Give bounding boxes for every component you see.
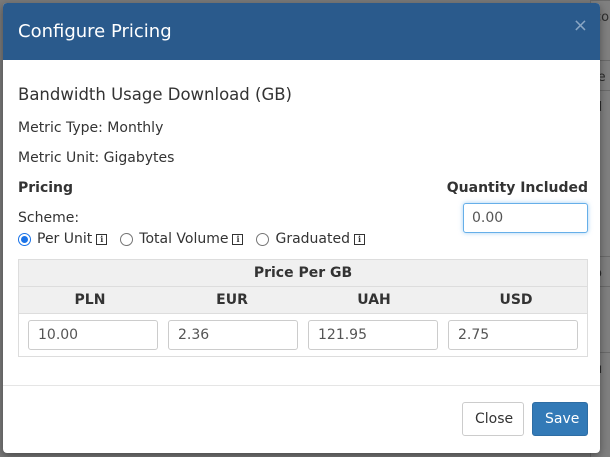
currency-header-pln: PLN xyxy=(74,292,106,308)
dialog-footer: Close Save xyxy=(3,385,600,453)
metric-unit: Metric Unit: Gigabytes xyxy=(18,150,175,166)
radio-button[interactable] xyxy=(18,232,31,246)
info-icon[interactable]: i xyxy=(354,233,365,245)
radio-button[interactable] xyxy=(256,232,270,246)
scheme-graduated[interactable]: Graduated i xyxy=(256,231,365,247)
quantity-included-label: Quantity Included xyxy=(446,180,588,196)
price-cell xyxy=(443,320,583,350)
price-table: Price Per GB PLN EUR UAH USD xyxy=(18,259,588,357)
scheme-radio-group: Per Unit i Total Volume i Graduated i xyxy=(18,231,378,247)
scheme-option-label: Per Unit xyxy=(37,231,93,247)
scheme-option-label: Total Volume xyxy=(139,231,229,247)
close-icon[interactable]: × xyxy=(573,17,588,35)
close-button[interactable]: Close xyxy=(462,402,524,436)
scheme-label: Scheme: xyxy=(18,210,80,226)
product-name: Bandwidth Usage Download (GB) xyxy=(18,85,292,104)
scheme-option-label: Graduated xyxy=(275,231,350,247)
price-cell xyxy=(303,320,443,350)
currency-header-row: PLN EUR UAH USD xyxy=(19,287,587,314)
quantity-included-input[interactable] xyxy=(463,203,588,233)
pricing-label: Pricing xyxy=(18,180,74,196)
currency-header-eur: EUR xyxy=(216,292,248,308)
price-input-row xyxy=(19,314,587,356)
price-input-uah[interactable] xyxy=(308,320,438,350)
radio-button[interactable] xyxy=(120,232,134,246)
price-input-usd[interactable] xyxy=(448,320,578,350)
currency-header-uah: UAH xyxy=(357,292,391,308)
scheme-per-unit[interactable]: Per Unit i xyxy=(18,231,108,247)
price-cell xyxy=(23,320,163,350)
info-icon[interactable]: i xyxy=(96,233,108,245)
price-table-title: Price Per GB xyxy=(19,260,587,287)
price-input-pln[interactable] xyxy=(28,320,158,350)
save-button[interactable]: Save xyxy=(532,402,588,436)
currency-header-usd: USD xyxy=(499,292,533,308)
dialog-title: Configure Pricing xyxy=(18,21,172,42)
info-icon[interactable]: i xyxy=(232,233,244,245)
dialog-header: Configure Pricing × xyxy=(3,3,600,60)
price-input-eur[interactable] xyxy=(168,320,298,350)
metric-type: Metric Type: Monthly xyxy=(18,120,164,136)
scheme-total-volume[interactable]: Total Volume i xyxy=(120,231,244,247)
price-cell xyxy=(163,320,303,350)
configure-pricing-dialog: Configure Pricing × Bandwidth Usage Down… xyxy=(3,3,600,453)
